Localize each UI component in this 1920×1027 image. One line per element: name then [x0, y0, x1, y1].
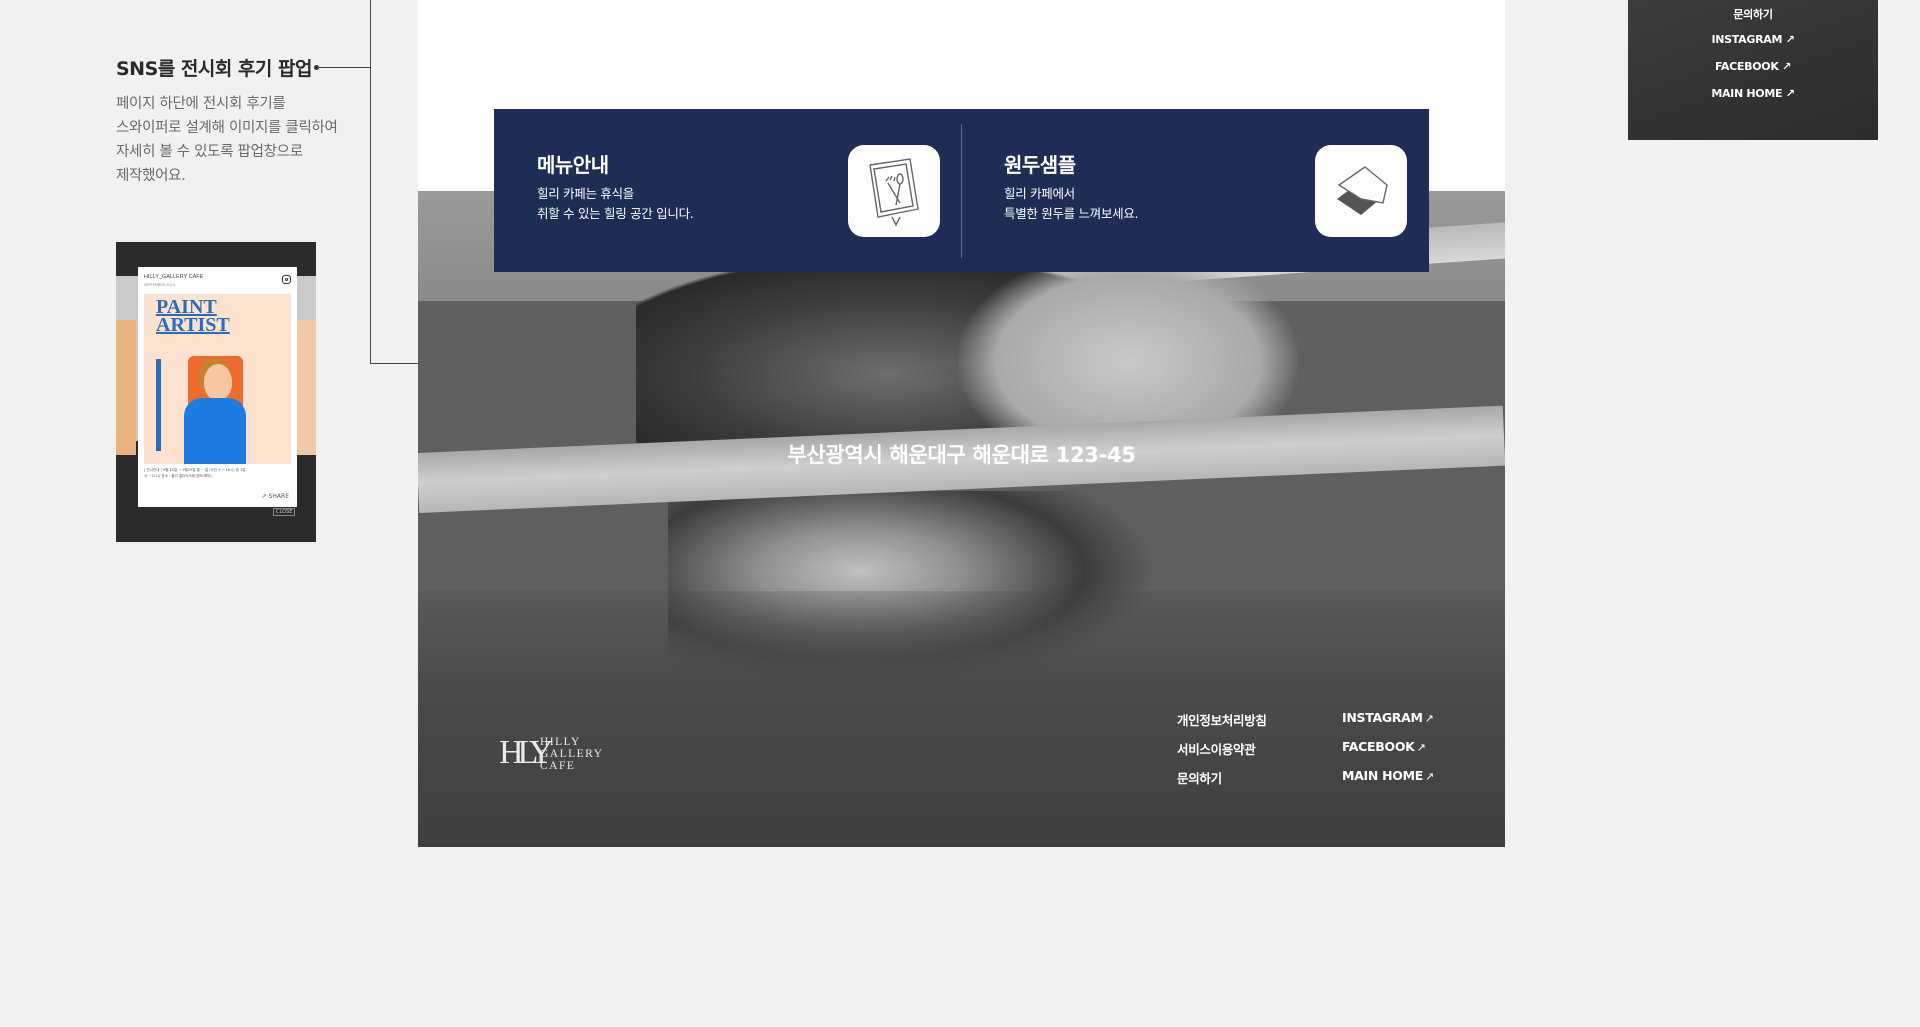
mobile-footer-preview: 문의하기 INSTAGRAM ↗ FACEBOOK ↗ MAIN HOME ↗ [1628, 0, 1878, 140]
logo-text-line: CAFE [540, 760, 576, 772]
menu-book-icon[interactable] [848, 145, 940, 237]
poster-shape [204, 364, 232, 400]
menu-card-desc: 힐리 카페는 휴식을 취할 수 있는 힐링 공간 입니다. [537, 184, 694, 224]
popup-info: [ 전시안내 ] 9월 10일 ~ 9월29일 월 ~ 일 (오전 9 ~ 18… [144, 467, 284, 479]
poster-shape [184, 398, 246, 464]
mini-link-contact[interactable]: 문의하기 [1628, 6, 1878, 22]
bean-card-desc-line: 힐리 카페에서 [1004, 186, 1075, 201]
external-arrow-icon: ↗ [1424, 770, 1434, 783]
annotation-line: 자세히 볼 수 있도록 팝업창으로 [116, 144, 303, 160]
bean-card-desc-line: 특별한 원두를 느껴보세요. [1004, 206, 1139, 221]
logo-text-line: GALLERY [540, 748, 604, 760]
footer-link-label: INSTAGRAM [1342, 710, 1423, 725]
popup-subtitle: SEPTEMBER 2024 [144, 283, 175, 287]
logo-text-line: HILLY [540, 736, 581, 748]
poster-title: PAINT ARTIST [156, 297, 230, 336]
mini-link-mainhome[interactable]: MAIN HOME ↗ [1628, 87, 1878, 100]
menu-card-desc-line: 취할 수 있는 힐링 공간 입니다. [537, 206, 694, 221]
external-arrow-icon: ↗ [1416, 741, 1426, 754]
poster-image: PAINT ARTIST [144, 294, 291, 464]
share-icon: ⇗ [261, 493, 269, 500]
footer-link-terms[interactable]: 서비스이용약관 [1177, 739, 1256, 758]
annotation-line: 페이지 하단에 전시회 후기를 [116, 96, 286, 112]
swiper-slide-next [296, 320, 316, 455]
annotation-description: 페이지 하단에 전시회 후기를 스와이퍼로 설계해 이미지를 클릭하여 자세히 … [116, 92, 338, 188]
coffee-sample-icon[interactable] [1315, 145, 1407, 237]
external-arrow-icon: ↗ [1424, 712, 1434, 725]
footer-link-label: FACEBOOK [1342, 739, 1415, 754]
logo-text: HILLY GALLERY CAFE [540, 736, 604, 772]
annotation-title: SNS를 전시회 후기 팝업 [116, 58, 312, 80]
footer-link-mainhome[interactable]: MAIN HOME ↗ [1342, 768, 1434, 783]
poster-bar [156, 359, 161, 451]
share-button[interactable]: ⇗ SHARE [262, 493, 289, 500]
instagram-icon [282, 275, 291, 284]
poster-title-line: ARTIST [156, 314, 230, 336]
popup-info-line: 서 ~12시) 장소 : 힐리 갤러리카페 정보(예약) [144, 474, 212, 478]
popup-thumbnail[interactable]: HILLY_GALLERY CAFE SEPTEMBER 2024 PAINT … [116, 242, 316, 542]
annotation-line: 스와이퍼로 설계해 이미지를 클릭하여 [116, 120, 338, 136]
review-popup: HILLY_GALLERY CAFE SEPTEMBER 2024 PAINT … [138, 267, 297, 507]
mini-link-instagram[interactable]: INSTAGRAM ↗ [1628, 33, 1878, 46]
close-button[interactable]: CLOSE [273, 508, 296, 516]
connector-line [370, 0, 371, 364]
swiper-slide-prev [116, 320, 136, 455]
bean-card-title[interactable]: 원두샘플 [1004, 149, 1076, 178]
info-banner: 메뉴안내 힐리 카페는 휴식을 취할 수 있는 힐링 공간 입니다. 원두샘플 … [494, 109, 1429, 272]
address-text: 부산광역시 해운대구 해운대로 123-45 [787, 443, 1136, 467]
menu-card-title[interactable]: 메뉴안내 [537, 149, 609, 178]
share-label: SHARE [268, 493, 289, 500]
mini-link-facebook[interactable]: FACEBOOK ↗ [1628, 60, 1878, 73]
footer-link-privacy[interactable]: 개인정보처리방침 [1177, 710, 1267, 729]
annotation-line: 제작했어요. [116, 168, 186, 184]
connector-line [317, 67, 371, 68]
popup-brand: HILLY_GALLERY CAFE [144, 274, 204, 280]
footer-link-label: MAIN HOME [1342, 768, 1423, 783]
footer-link-instagram[interactable]: INSTAGRAM ↗ [1342, 710, 1434, 725]
bean-card-desc: 힐리 카페에서 특별한 원두를 느껴보세요. [1004, 184, 1139, 224]
footer-link-facebook[interactable]: FACEBOOK ↗ [1342, 739, 1426, 754]
footer-link-contact[interactable]: 문의하기 [1177, 768, 1222, 787]
menu-card-desc-line: 힐리 카페는 휴식을 [537, 186, 634, 201]
banner-divider [961, 124, 962, 258]
